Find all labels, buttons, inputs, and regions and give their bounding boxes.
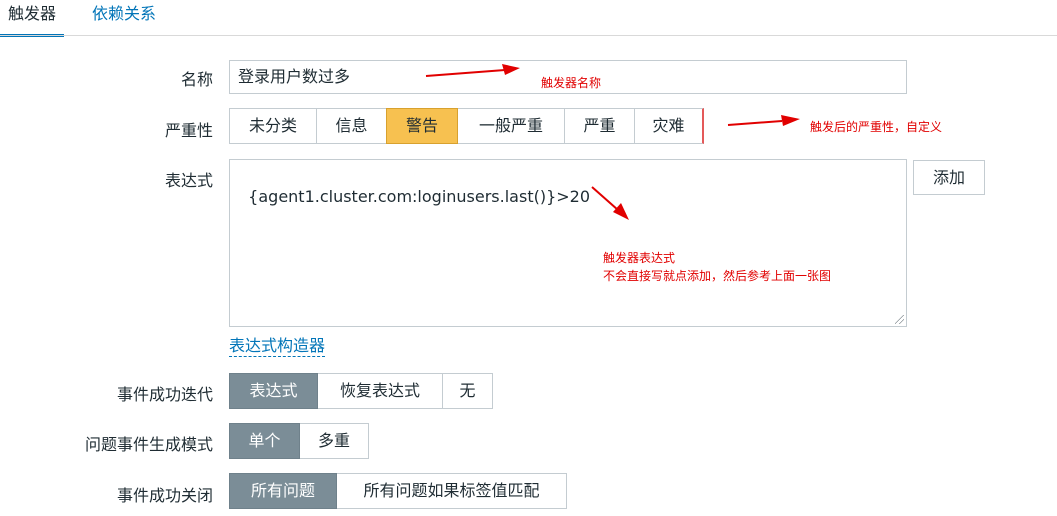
annotation-arrows <box>425 64 800 220</box>
closes-all-problems-button[interactable]: 所有问题 <box>229 473 337 509</box>
arrow-name-icon <box>425 64 520 77</box>
arrow-severity-icon <box>727 115 800 126</box>
ok-event-expression-button[interactable]: 表达式 <box>229 373 318 409</box>
problem-mode-single-button[interactable]: 单个 <box>229 423 300 459</box>
arrow-expression-icon <box>591 186 629 220</box>
severity-warning-button[interactable]: 警告 <box>386 108 458 144</box>
